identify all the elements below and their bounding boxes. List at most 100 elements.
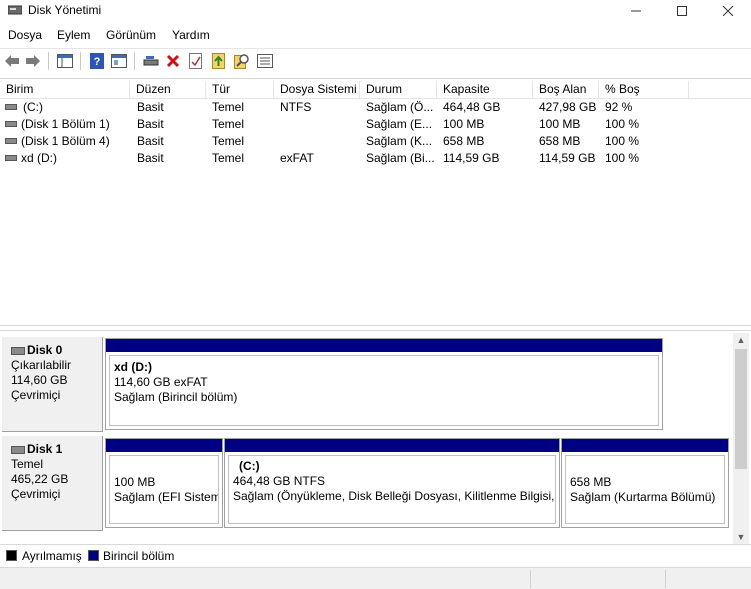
cell-kapasite: 464,48 GB: [443, 100, 501, 114]
help-button[interactable]: ?: [88, 52, 106, 70]
primary-partition-bar: [562, 439, 728, 452]
menu-yardim[interactable]: Yardım: [172, 28, 210, 42]
partition-details: xd (D:) 114,60 GB exFAT Sağlam (Birincil…: [109, 355, 659, 426]
column-header-tur[interactable]: Tür: [206, 81, 274, 98]
delete-icon: [166, 54, 180, 68]
cell-bos-alan: 427,98 GB: [539, 100, 597, 114]
drive-icon: [5, 155, 17, 161]
console-tree-button[interactable]: [56, 52, 74, 70]
partition-size: 114,60 GB exFAT: [114, 375, 208, 389]
toolbar-separator: [134, 52, 135, 70]
connect-drive-button[interactable]: [142, 52, 160, 70]
disk-0-name: Disk 0: [11, 343, 102, 358]
cell-bos-alan: 100 MB: [539, 117, 581, 131]
connect-drive-icon: [143, 56, 159, 66]
legend-label-unallocated: Ayrılmamış: [22, 549, 82, 563]
disk-1-size: 465,22 GB: [11, 472, 69, 486]
partition-size: 100 MB: [114, 475, 156, 489]
cell-yuzde-bos: 92 %: [605, 100, 633, 114]
column-header-dosya-sistemi[interactable]: Dosya Sistemi: [274, 81, 360, 98]
minimize-icon: [631, 10, 641, 12]
cell-kapasite: 100 MB: [443, 117, 485, 131]
partition-recovery[interactable]: 658 MB Sağlam (Kurtarma Bölümü): [561, 438, 729, 528]
partition-title: xd (D:): [114, 360, 152, 374]
column-header-yuzde-bos[interactable]: % Boş: [599, 81, 689, 98]
scroll-up-arrow-icon[interactable]: ▲: [733, 333, 749, 347]
disk-0-size: 114,60 GB: [11, 373, 68, 387]
partition-status: Sağlam (Kurtarma Bölümü): [570, 490, 716, 504]
status-bar-separator: [530, 570, 531, 588]
primary-partition-bar: [225, 439, 559, 452]
legend-swatch-unallocated: [6, 550, 17, 561]
disk-1-name: Disk 1: [11, 442, 102, 457]
partition-title: (C:): [239, 459, 260, 473]
disk-1-type: Temel: [11, 457, 44, 471]
partition-xd-d[interactable]: xd (D:) 114,60 GB exFAT Sağlam (Birincil…: [105, 338, 663, 430]
legend-label-primary: Birincil bölüm: [103, 549, 175, 563]
console-tree-icon: [57, 54, 73, 68]
cell-tur: Temel: [212, 151, 245, 165]
column-header-durum[interactable]: Durum: [360, 81, 437, 98]
cell-tur: Temel: [212, 100, 245, 114]
partition-size: 658 MB: [570, 475, 612, 489]
partition-status: Sağlam (Birincil bölüm): [114, 390, 238, 404]
view-button[interactable]: [256, 52, 274, 70]
cell-durum: Sağlam (Ö...: [366, 100, 434, 114]
table-row[interactable]: (Disk 1 Bölüm 1) Basit Temel Sağlam (E..…: [0, 116, 751, 133]
disk-map-scrollbar[interactable]: ▲ ▼: [733, 333, 749, 544]
cell-dosya-sistemi: exFAT: [280, 151, 314, 165]
legend-swatch-primary: [88, 550, 99, 561]
partition-details: (C:) 464,48 GB NTFS Sağlam (Önyükleme, D…: [228, 455, 556, 524]
menu-dosya[interactable]: Dosya: [8, 28, 42, 42]
drive-icon: [5, 121, 17, 127]
toolbar: ?: [0, 48, 751, 72]
menu-gorunum[interactable]: Görünüm: [106, 28, 156, 42]
search-icon: [234, 54, 249, 69]
disk-1-status: Çevrimiçi: [11, 487, 61, 501]
disk-management-icon: [8, 5, 22, 15]
forward-arrow-icon: [26, 55, 40, 67]
menu-eylem[interactable]: Eylem: [57, 28, 90, 42]
menu-bar: Dosya Eylem Görünüm Yardım: [0, 25, 751, 45]
table-row[interactable]: xd (D:) Basit Temel exFAT Sağlam (Bi... …: [0, 150, 751, 167]
cell-duzen: Basit: [137, 134, 164, 148]
status-bar: [0, 567, 751, 589]
scrollbar-thumb[interactable]: [735, 349, 747, 469]
cell-yuzde-bos: 100 %: [605, 134, 640, 148]
forward-button[interactable]: [24, 52, 42, 70]
search-button[interactable]: [233, 52, 251, 70]
table-row[interactable]: (Disk 1 Bölüm 4) Basit Temel Sağlam (K..…: [0, 133, 751, 150]
cell-durum: Sağlam (K...: [366, 134, 433, 148]
drive-icon: [5, 104, 17, 110]
disk-0-label[interactable]: Disk 0 Çıkarılabilir 114,60 GB Çevrimiçi: [2, 337, 103, 432]
column-header-kapasite[interactable]: Kapasite: [437, 81, 533, 98]
cell-birim: (Disk 1 Bölüm 1): [21, 117, 110, 131]
column-header-bos-alan[interactable]: Boş Alan: [533, 81, 599, 98]
drive-icon: [5, 138, 17, 144]
check-button[interactable]: [187, 52, 205, 70]
properties-icon: [111, 54, 127, 68]
column-header-duzen[interactable]: Düzen: [130, 81, 206, 98]
cell-duzen: Basit: [137, 100, 164, 114]
scroll-down-arrow-icon[interactable]: ▼: [733, 530, 749, 544]
cell-kapasite: 114,59 GB: [443, 151, 500, 165]
maximize-button[interactable]: [659, 0, 705, 22]
disk-0-status: Çevrimiçi: [11, 388, 61, 402]
column-header-birim[interactable]: Birim: [0, 81, 130, 98]
legend: Ayrılmamış Birincil bölüm: [0, 544, 751, 566]
delete-button[interactable]: [164, 52, 182, 70]
toolbar-separator: [48, 52, 49, 70]
partition-efi[interactable]: 100 MB Sağlam (EFI Sistem: [105, 438, 223, 528]
partition-c[interactable]: (C:) 464,48 GB NTFS Sağlam (Önyükleme, D…: [224, 438, 560, 528]
partition-details: 658 MB Sağlam (Kurtarma Bölümü): [565, 455, 725, 524]
primary-partition-bar: [106, 339, 662, 352]
export-button[interactable]: [210, 52, 228, 70]
disk-1-label[interactable]: Disk 1 Temel 465,22 GB Çevrimiçi: [2, 436, 103, 531]
partition-status: Sağlam (Önyükleme, Disk Belleği Dosyası,…: [233, 489, 556, 503]
partition-size: 464,48 GB NTFS: [233, 474, 326, 488]
properties-button[interactable]: [110, 52, 128, 70]
back-button[interactable]: [3, 52, 21, 70]
close-button[interactable]: [705, 0, 751, 22]
minimize-button[interactable]: [613, 0, 659, 22]
table-row[interactable]: (C:) Basit Temel NTFS Sağlam (Ö... 464,4…: [0, 99, 751, 116]
